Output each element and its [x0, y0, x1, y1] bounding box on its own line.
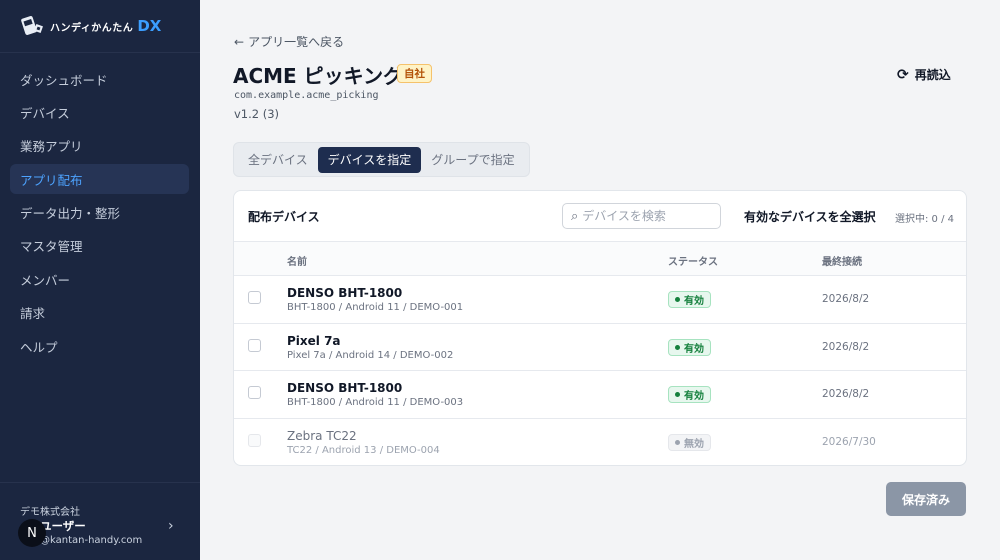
last-seen: 2026/8/2 — [822, 340, 870, 353]
sidebar-item-members[interactable]: メンバー — [10, 264, 189, 294]
device-search[interactable]: ⌕ — [562, 203, 721, 229]
column-name: 名前 — [287, 257, 307, 268]
device-name: Pixel 7a — [287, 333, 341, 348]
device-name: DENSO BHT-1800 — [287, 286, 403, 300]
device-details: TC22 / Android 13 / DEMO-004 — [287, 444, 440, 456]
last-seen: 2026/7/30 — [822, 435, 876, 448]
sidebar-item-help[interactable]: ヘルプ — [10, 331, 189, 361]
tab-specify-groups[interactable]: グループで指定 — [421, 147, 524, 173]
status-badge: 有効 — [668, 338, 711, 356]
device-search-input[interactable] — [582, 209, 707, 223]
package-name: com.example.acme_picking — [234, 90, 379, 101]
status-dot-icon — [675, 392, 680, 397]
tab-specify-devices[interactable]: デバイスを指定 — [317, 146, 422, 173]
sidebar-item-business-apps[interactable]: 業務アプリ — [10, 131, 189, 161]
table-row[interactable]: DENSO BHT-1800 BHT-1800 / Android 11 / D… — [234, 276, 966, 324]
last-seen: 2026/8/2 — [822, 388, 870, 400]
search-icon: ⌕ — [571, 208, 579, 224]
status-label: 有効 — [684, 343, 704, 355]
row-checkbox[interactable] — [248, 386, 261, 399]
account-menu[interactable]: デモ株式会社 ユーザー @kantan-handy.com N › — [0, 482, 200, 560]
avatar[interactable]: N — [18, 519, 46, 547]
sidebar-nav: ダッシュボード デバイス 業務アプリ アプリ配布 データ出力・整形 マスタ管理 … — [0, 53, 200, 361]
distribution-devices-card: 配布デバイス ⌕ 有効なデバイスを全選択 選択中: 0 / 4 名前 ステータス… — [233, 190, 967, 466]
device-details: Pixel 7a / Android 14 / DEMO-002 — [287, 349, 454, 361]
device-details: BHT-1800 / Android 11 / DEMO-003 — [287, 397, 464, 408]
status-dot-icon — [675, 344, 680, 350]
reload-button[interactable]: ⟳ 再読込 — [897, 66, 951, 83]
main-content: ← アプリ一覧へ戻る ACME ピッキング 自社 com.example.acm… — [200, 0, 1000, 560]
table-row[interactable]: DENSO BHT-1800 BHT-1800 / Android 11 / D… — [234, 371, 966, 419]
status-label: 有効 — [684, 391, 704, 402]
status-dot-icon — [675, 439, 680, 445]
column-status: ステータス — [668, 257, 718, 268]
company-name: デモ株式会社 — [20, 507, 80, 518]
brand-suffix: DX — [137, 17, 162, 35]
row-checkbox[interactable] — [248, 338, 261, 352]
handy-device-logo-icon — [20, 15, 46, 37]
distribution-target-tabs: 全デバイス デバイスを指定 グループで指定 — [233, 142, 530, 177]
device-details: BHT-1800 / Android 11 / DEMO-001 — [287, 302, 464, 313]
chevron-right-icon[interactable]: › — [168, 518, 174, 534]
status-badge: 有効 — [668, 386, 711, 403]
sidebar-item-dashboard[interactable]: ダッシュボード — [10, 64, 189, 94]
user-name: ユーザー — [40, 519, 86, 533]
status-label: 無効 — [684, 438, 704, 450]
sidebar-item-devices[interactable]: デバイス — [10, 97, 189, 127]
status-badge: 有効 — [668, 291, 711, 308]
reload-label: 再読込 — [914, 68, 951, 82]
device-name: DENSO BHT-1800 — [287, 381, 403, 395]
sidebar-item-app-distribution[interactable]: アプリ配布 — [10, 164, 189, 195]
status-label: 有効 — [684, 296, 704, 307]
sidebar-item-master-management[interactable]: マスタ管理 — [10, 231, 189, 261]
table-row: Zebra TC22 TC22 / Android 13 / DEMO-004 … — [234, 419, 966, 466]
status-badge: 無効 — [668, 433, 711, 451]
column-last-seen: 最終接続 — [822, 257, 862, 268]
page-title: ACME ピッキング — [233, 64, 404, 88]
brand[interactable]: ハンディかんたん DX — [0, 0, 200, 53]
brand-name: ハンディかんたん — [50, 22, 134, 34]
device-name: Zebra TC22 — [287, 428, 357, 443]
row-checkbox[interactable] — [248, 291, 261, 304]
app-version: v1.2 (3) — [234, 107, 280, 121]
card-header: 配布デバイス ⌕ 有効なデバイスを全選択 選択中: 0 / 4 — [234, 191, 966, 242]
tab-all-devices[interactable]: 全デバイス — [238, 147, 318, 173]
user-email: @kantan-handy.com — [40, 535, 143, 546]
refresh-icon: ⟳ — [897, 66, 909, 83]
back-to-app-list-link[interactable]: ← アプリ一覧へ戻る — [234, 33, 344, 50]
save-button[interactable]: 保存済み — [886, 482, 966, 516]
arrow-left-icon: ← — [234, 34, 245, 49]
select-all-enabled-button[interactable]: 有効なデバイスを全選択 — [744, 208, 876, 225]
sidebar: ハンディかんたん DX ダッシュボード デバイス 業務アプリ アプリ配布 データ… — [0, 0, 200, 560]
selection-count: 選択中: 0 / 4 — [895, 214, 954, 225]
status-dot-icon — [675, 297, 680, 302]
card-title: 配布デバイス — [248, 210, 320, 224]
last-seen: 2026/8/2 — [822, 293, 870, 305]
row-checkbox — [248, 433, 261, 447]
table-header: 名前 ステータス 最終接続 — [234, 242, 966, 276]
back-label: アプリ一覧へ戻る — [248, 35, 345, 49]
table-row[interactable]: Pixel 7a Pixel 7a / Android 14 / DEMO-00… — [234, 324, 966, 371]
own-app-badge: 自社 — [397, 64, 432, 83]
sidebar-item-data-export[interactable]: データ出力・整形 — [10, 198, 189, 228]
sidebar-item-billing[interactable]: 請求 — [10, 298, 189, 328]
